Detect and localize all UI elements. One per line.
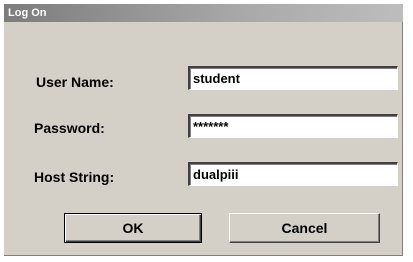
window-title: Log On	[8, 7, 47, 19]
password-input[interactable]: *******	[188, 114, 398, 138]
host-string-input[interactable]: dualpiii	[188, 162, 398, 186]
cancel-button[interactable]: Cancel	[229, 213, 380, 243]
username-label: User Name:	[36, 74, 114, 90]
password-label: Password:	[34, 120, 105, 136]
ok-button[interactable]: OK	[64, 213, 202, 243]
username-input[interactable]: student	[188, 66, 398, 90]
host-string-label: Host String:	[34, 169, 115, 185]
logon-dialog: Log On User Name: student Password: ****…	[4, 4, 403, 256]
title-bar[interactable]: Log On	[4, 4, 403, 22]
